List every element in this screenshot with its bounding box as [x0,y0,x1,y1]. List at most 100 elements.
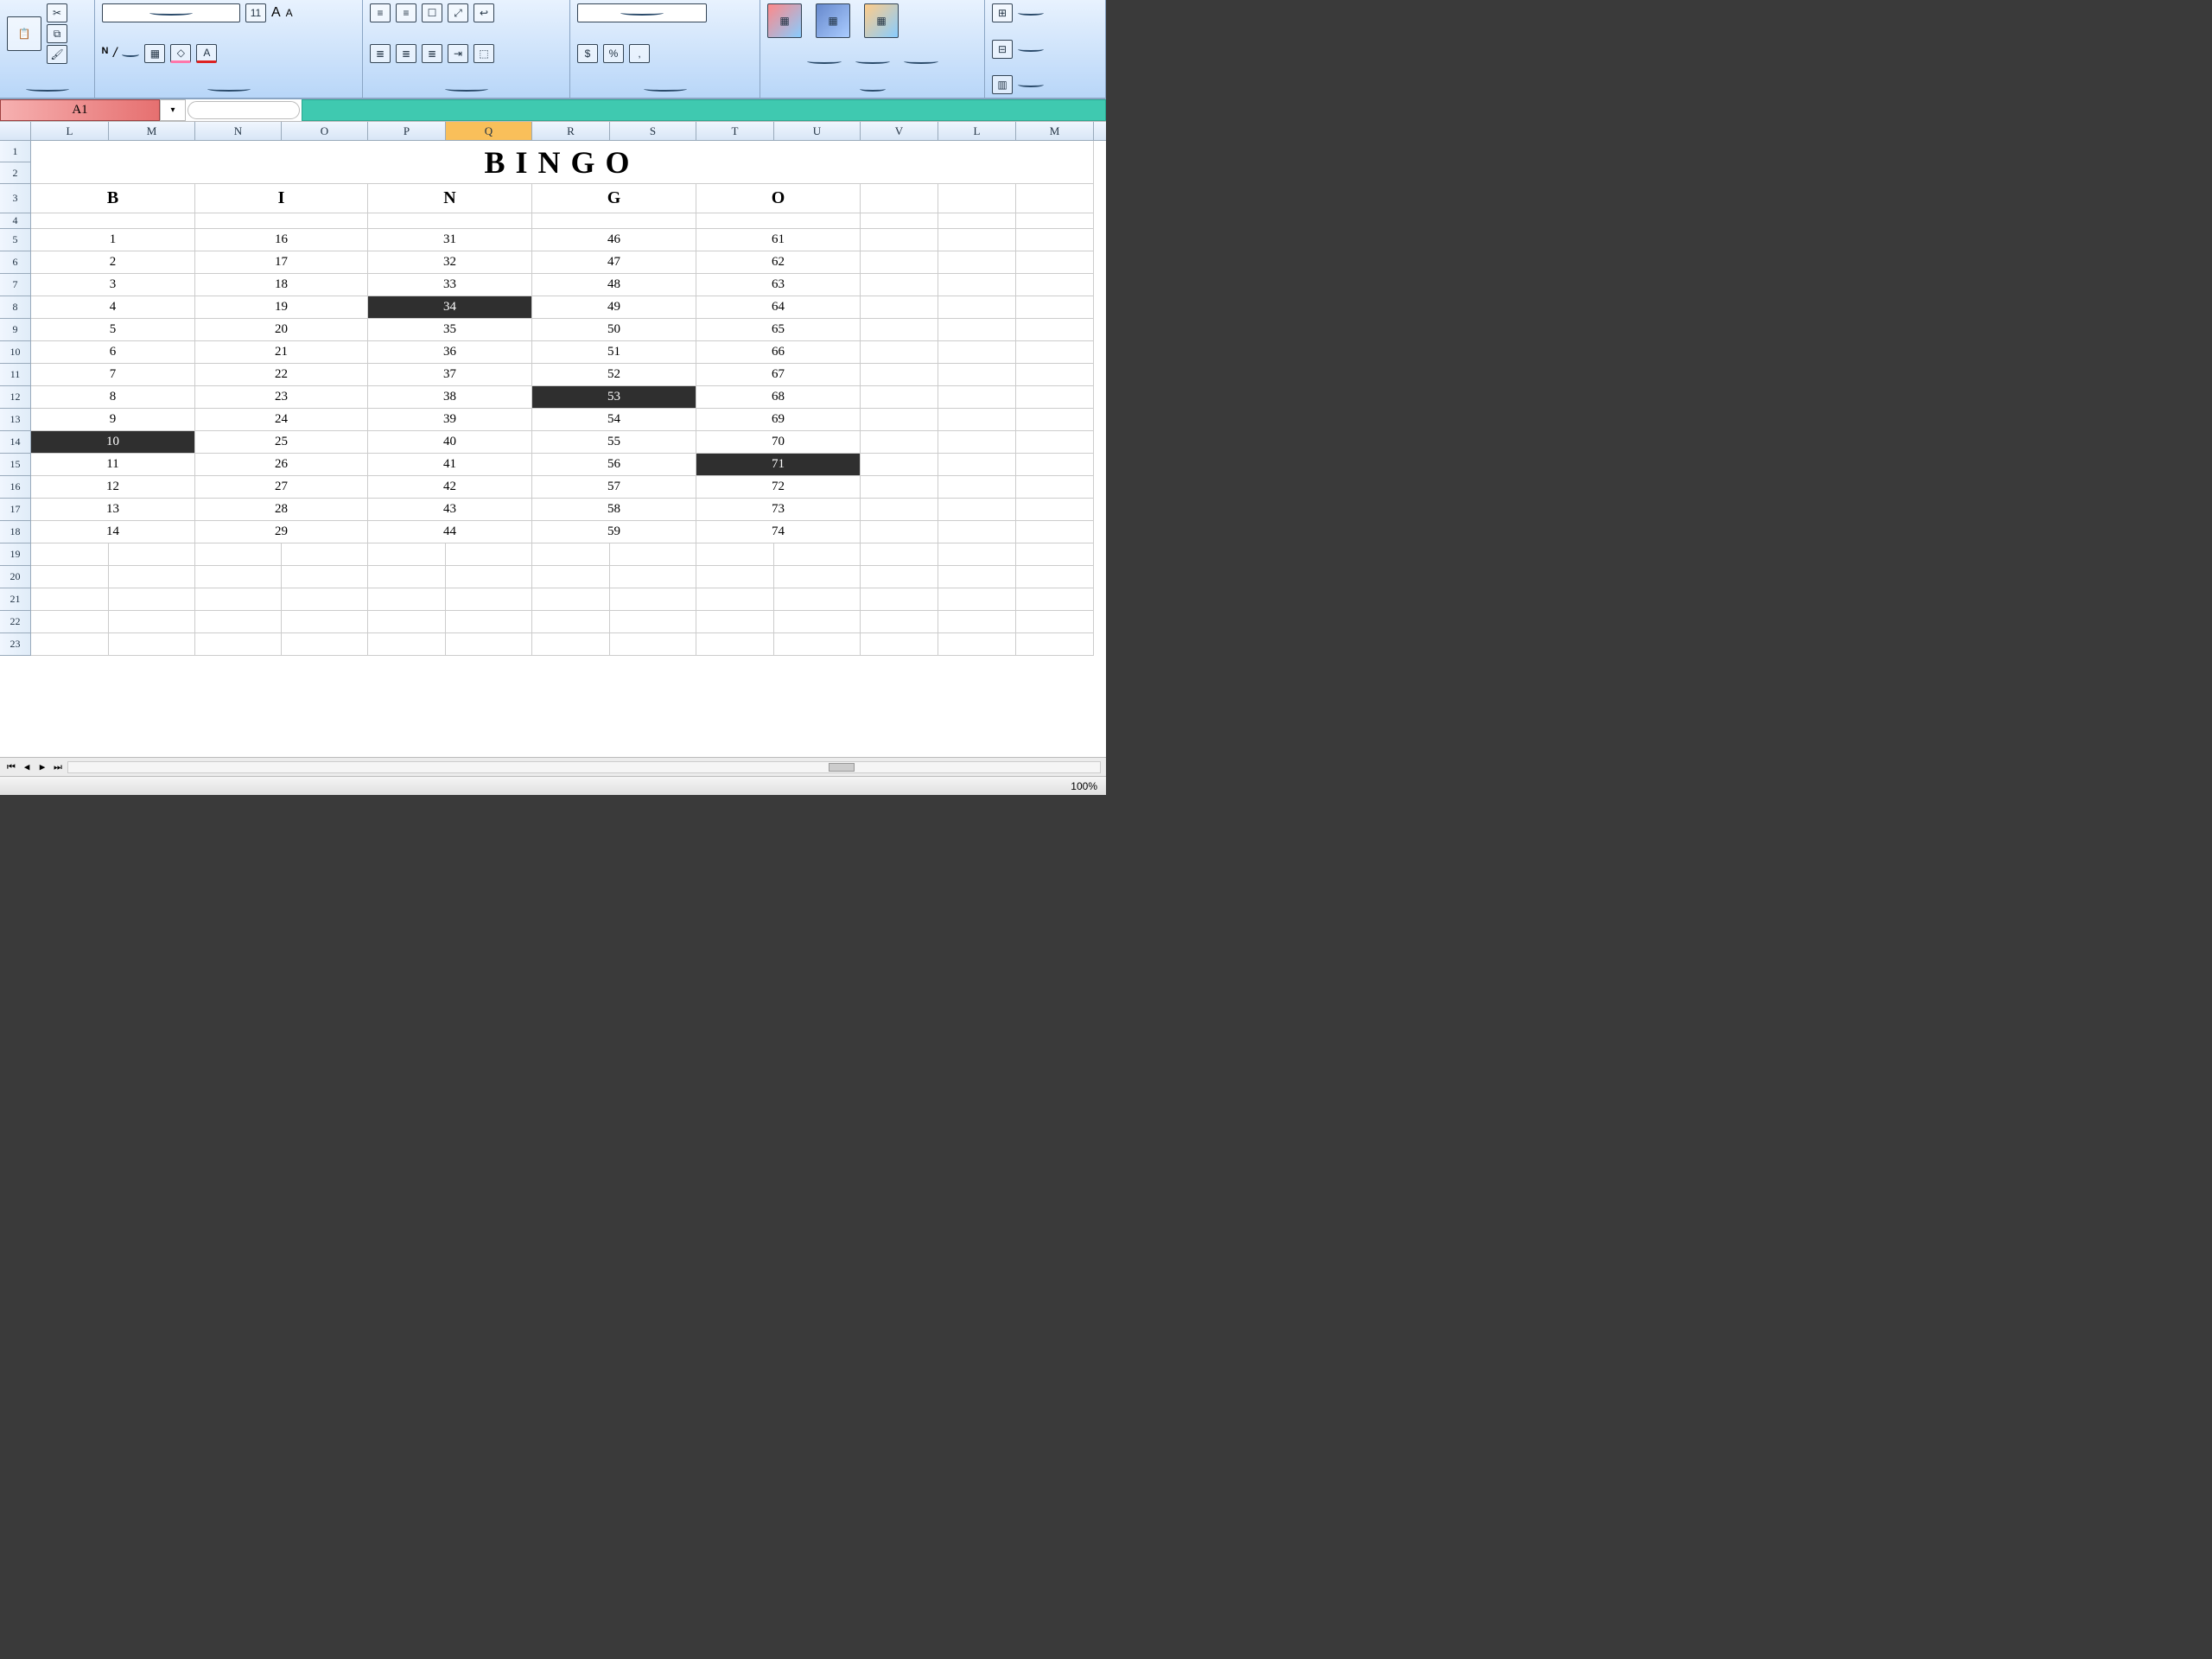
cell[interactable] [861,341,938,364]
cell[interactable] [1016,319,1094,341]
cell[interactable] [861,364,938,386]
bingo-cell[interactable]: 72 [696,476,861,499]
column-header[interactable]: T [696,122,774,140]
bingo-cell[interactable]: 66 [696,341,861,364]
cell[interactable] [1016,184,1094,213]
bingo-cell[interactable]: 39 [368,409,532,431]
cell[interactable] [195,588,282,611]
column-header[interactable]: N [195,122,282,140]
cell[interactable] [696,611,774,633]
cell[interactable] [446,633,532,656]
row-header[interactable]: 17 [0,499,31,521]
bingo-cell[interactable]: 73 [696,499,861,521]
cell[interactable] [368,611,446,633]
select-all-corner[interactable] [0,122,31,140]
column-header[interactable]: O [282,122,368,140]
cell[interactable] [282,611,368,633]
cell[interactable] [861,633,938,656]
bingo-cell[interactable]: 11 [31,454,195,476]
cell[interactable] [938,251,1016,274]
bingo-cell[interactable]: 56 [532,454,696,476]
tab-first-icon[interactable]: ⏮ [5,761,17,773]
cell[interactable] [1016,566,1094,588]
horizontal-scrollbar[interactable] [67,761,1101,773]
cell[interactable] [446,611,532,633]
tab-last-icon[interactable]: ⏭ [52,761,64,773]
cell[interactable] [1016,499,1094,521]
cell[interactable] [938,521,1016,543]
bingo-cell[interactable]: 8 [31,386,195,409]
cell[interactable] [368,633,446,656]
cell[interactable] [938,274,1016,296]
cell[interactable] [938,386,1016,409]
bingo-cell[interactable]: 50 [532,319,696,341]
column-header[interactable]: P [368,122,446,140]
bingo-cell[interactable]: 35 [368,319,532,341]
copy-icon[interactable]: ⧉ [47,24,67,43]
cell[interactable] [1016,213,1094,229]
bingo-col-header[interactable]: B [31,184,195,213]
column-header[interactable]: L [938,122,1016,140]
bingo-col-header[interactable]: N [368,184,532,213]
cell[interactable] [1016,454,1094,476]
cell[interactable] [861,543,938,566]
cell[interactable] [1016,431,1094,454]
cell[interactable] [938,213,1016,229]
cell[interactable] [610,588,696,611]
paste-icon[interactable]: 📋 [7,16,41,51]
bingo-cell[interactable]: 36 [368,341,532,364]
bingo-cell[interactable]: 1 [31,229,195,251]
cell[interactable] [532,633,610,656]
cell[interactable] [610,611,696,633]
cell[interactable] [938,566,1016,588]
bingo-cell[interactable]: 10 [31,431,195,454]
cell[interactable] [282,633,368,656]
row-header[interactable]: 4 [0,213,31,229]
bingo-cell[interactable]: 42 [368,476,532,499]
row-header[interactable]: 3 [0,184,31,213]
cell[interactable] [282,566,368,588]
cell[interactable] [610,633,696,656]
italic-button[interactable]: / [113,46,117,61]
bingo-cell[interactable]: 70 [696,431,861,454]
cell[interactable] [696,543,774,566]
cell[interactable] [109,611,195,633]
cell[interactable] [610,566,696,588]
cell[interactable] [938,476,1016,499]
cond-format-icon[interactable]: ▦ [767,3,802,38]
indent-icon[interactable]: ⇥ [448,44,468,63]
bingo-cell[interactable]: 12 [31,476,195,499]
cell[interactable] [368,566,446,588]
hscroll-thumb[interactable] [829,763,855,772]
underline-button[interactable] [122,46,139,61]
column-header[interactable]: V [861,122,938,140]
cell[interactable] [861,274,938,296]
cell[interactable] [861,229,938,251]
cell[interactable] [861,566,938,588]
cell[interactable] [938,431,1016,454]
bingo-cell[interactable]: 24 [195,409,368,431]
cell[interactable] [861,251,938,274]
cell[interactable] [1016,611,1094,633]
align-bot-icon[interactable]: ☐ [422,3,442,22]
cell[interactable] [195,543,282,566]
comma-icon[interactable]: , [629,44,650,63]
cell[interactable] [368,543,446,566]
column-header[interactable]: Q [446,122,532,140]
bingo-cell[interactable]: 27 [195,476,368,499]
cell[interactable] [31,566,109,588]
percent-icon[interactable]: % [603,44,624,63]
cell[interactable] [532,611,610,633]
cell[interactable] [774,611,861,633]
row-header[interactable]: 22 [0,611,31,633]
bingo-cell[interactable]: 9 [31,409,195,431]
bingo-cell[interactable]: 71 [696,454,861,476]
cell[interactable] [31,543,109,566]
cell[interactable] [1016,296,1094,319]
bingo-cell[interactable]: 33 [368,274,532,296]
row-header[interactable]: 9 [0,319,31,341]
cell[interactable] [938,633,1016,656]
cell[interactable] [1016,274,1094,296]
cell[interactable] [938,409,1016,431]
format-table-icon[interactable]: ▦ [816,3,850,38]
